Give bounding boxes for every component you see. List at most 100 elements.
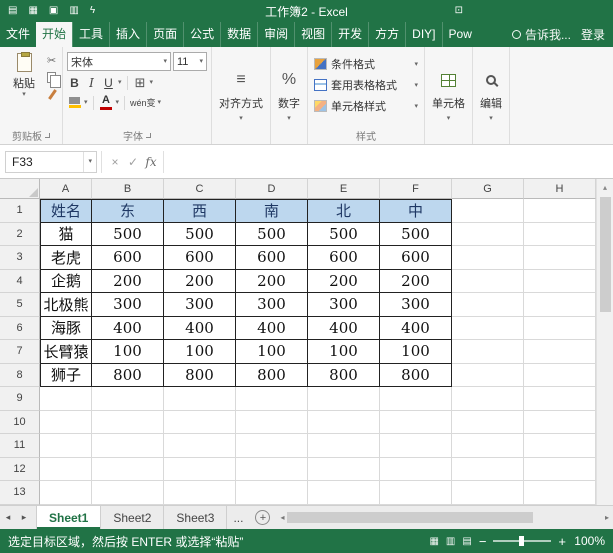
font-name-select[interactable]: 宋体 ▾ [67, 52, 171, 71]
cell-B4[interactable]: 200 [92, 270, 164, 294]
cell-D2[interactable]: 500 [236, 223, 308, 247]
vertical-scroll-thumb[interactable] [600, 197, 611, 312]
cut-icon[interactable]: ✂ [47, 54, 58, 67]
cell-D9[interactable] [236, 387, 308, 411]
cell-H9[interactable] [524, 387, 596, 411]
cell-G1[interactable] [452, 199, 524, 223]
ribbon-tab-开发[interactable]: 开发 [331, 22, 368, 47]
cell-C1[interactable]: 西 [164, 199, 236, 223]
cell-D7[interactable]: 100 [236, 340, 308, 364]
cell-E1[interactable]: 北 [308, 199, 380, 223]
cell-A12[interactable] [40, 458, 92, 482]
ribbon-display-options-icon[interactable]: ⊡ [455, 0, 463, 22]
row-header-7[interactable]: 7 [0, 340, 40, 364]
ribbon-tab-审阅[interactable]: 审阅 [257, 22, 294, 47]
cell-E3[interactable]: 600 [308, 246, 380, 270]
cell-E13[interactable] [308, 481, 380, 505]
col-header-A[interactable]: A [40, 179, 92, 199]
paste-button[interactable]: 粘贴 ▾ [4, 50, 44, 130]
cell-G5[interactable] [452, 293, 524, 317]
cell-F4[interactable]: 200 [380, 270, 452, 294]
dialog-launcher-icon[interactable] [146, 133, 151, 138]
cell-E9[interactable] [308, 387, 380, 411]
tell-me[interactable]: 告诉我... [512, 26, 571, 43]
cell-B1[interactable]: 东 [92, 199, 164, 223]
cell-B5[interactable]: 300 [92, 293, 164, 317]
cell-F7[interactable]: 100 [380, 340, 452, 364]
cell-B6[interactable]: 400 [92, 317, 164, 341]
ribbon-tab-公式[interactable]: 公式 [183, 22, 220, 47]
cell-D3[interactable]: 600 [236, 246, 308, 270]
ribbon-tab-数据[interactable]: 数据 [220, 22, 257, 47]
cell-G11[interactable] [452, 434, 524, 458]
row-header-6[interactable]: 6 [0, 317, 40, 341]
col-header-F[interactable]: F [380, 179, 452, 199]
ribbon-group-alignment[interactable]: ≡ 对齐方式 ▾ [212, 47, 271, 144]
cell-B10[interactable] [92, 411, 164, 435]
phonetic-guide-button[interactable]: wén变 [130, 94, 156, 111]
cell-H6[interactable] [524, 317, 596, 341]
zoom-slider-thumb[interactable] [519, 536, 524, 546]
font-size-select[interactable]: 11 ▾ [173, 52, 207, 71]
save-icon[interactable]: ▤ [8, 0, 17, 22]
cell-A11[interactable] [40, 434, 92, 458]
cell-F13[interactable] [380, 481, 452, 505]
cell-C10[interactable] [164, 411, 236, 435]
normal-view-icon[interactable]: ▦ [429, 536, 438, 547]
scroll-right-icon[interactable]: ▸ [605, 513, 609, 522]
ribbon-tab-页面[interactable]: 页面 [146, 22, 183, 47]
cell-E7[interactable]: 100 [308, 340, 380, 364]
horizontal-scrollbar[interactable]: ◂ ▸ [280, 506, 609, 529]
conditional-formatting-button[interactable]: 条件格式 ▾ [312, 54, 420, 74]
cell-H8[interactable] [524, 364, 596, 388]
format-painter-icon[interactable] [47, 89, 58, 101]
cell-F2[interactable]: 500 [380, 223, 452, 247]
cell-G2[interactable] [452, 223, 524, 247]
cell-E6[interactable]: 400 [308, 317, 380, 341]
page-break-view-icon[interactable]: ▤ [462, 536, 471, 547]
vertical-scrollbar[interactable]: ▴ [596, 179, 613, 505]
cell-F9[interactable] [380, 387, 452, 411]
sheet-tab-Sheet1[interactable]: Sheet1 [36, 506, 101, 529]
cell-F6[interactable]: 400 [380, 317, 452, 341]
cell-G9[interactable] [452, 387, 524, 411]
scroll-left-icon[interactable]: ◂ [280, 513, 284, 522]
cell-B13[interactable] [92, 481, 164, 505]
window-icon[interactable]: ▣ [49, 0, 58, 22]
ribbon-tab-DIY][interactable]: DIY] [405, 22, 441, 47]
cell-D10[interactable] [236, 411, 308, 435]
scroll-up-icon[interactable]: ▴ [597, 179, 613, 195]
cell-G8[interactable] [452, 364, 524, 388]
italic-button[interactable]: I [84, 74, 99, 91]
cell-C3[interactable]: 600 [164, 246, 236, 270]
cell-D12[interactable] [236, 458, 308, 482]
ribbon-tab-开始[interactable]: 开始 [36, 22, 72, 47]
cell-A8[interactable]: 狮子 [40, 364, 92, 388]
row-header-10[interactable]: 10 [0, 411, 40, 435]
col-header-B[interactable]: B [92, 179, 164, 199]
cell-H7[interactable] [524, 340, 596, 364]
zoom-slider[interactable] [493, 540, 551, 542]
cell-E10[interactable] [308, 411, 380, 435]
cell-E2[interactable]: 500 [308, 223, 380, 247]
col-header-G[interactable]: G [452, 179, 524, 199]
lightning-icon[interactable]: ϟ [90, 0, 95, 22]
cell-H3[interactable] [524, 246, 596, 270]
cell-G6[interactable] [452, 317, 524, 341]
cell-G4[interactable] [452, 270, 524, 294]
cell-E11[interactable] [308, 434, 380, 458]
name-box[interactable]: F33 ▾ [5, 151, 97, 173]
font-color-icon[interactable]: A [99, 94, 114, 111]
add-sheet-button[interactable]: + [255, 510, 270, 525]
cell-H11[interactable] [524, 434, 596, 458]
cell-F1[interactable]: 中 [380, 199, 452, 223]
format-as-table-button[interactable]: 套用表格格式 ▾ [312, 75, 420, 95]
ribbon-group-cells[interactable]: 单元格 ▾ [425, 47, 473, 144]
cell-A5[interactable]: 北极熊 [40, 293, 92, 317]
cell-D8[interactable]: 800 [236, 364, 308, 388]
cell-H2[interactable] [524, 223, 596, 247]
cell-G12[interactable] [452, 458, 524, 482]
row-header-1[interactable]: 1 [0, 199, 40, 223]
grid-icon[interactable]: ▦ [28, 0, 37, 22]
horizontal-scroll-thumb[interactable] [287, 512, 532, 523]
